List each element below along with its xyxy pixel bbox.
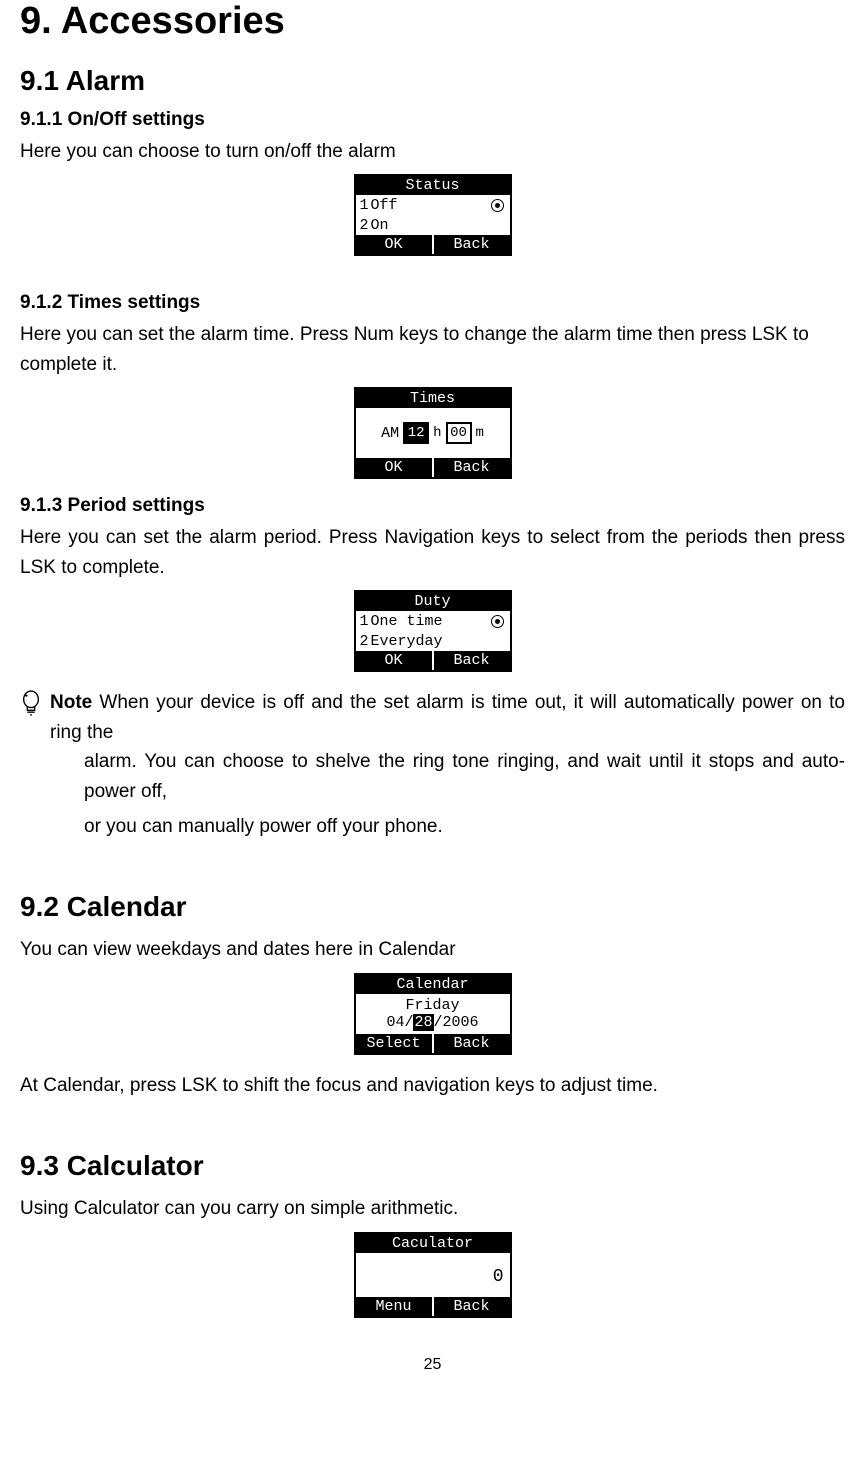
note-text-line2: alarm. You can choose to shelve the ring… [20,747,845,806]
item-number: 1 [360,613,369,630]
text-onoff: Here you can choose to turn on/off the a… [20,137,845,166]
note-rest: When your device is off and the set alar… [50,692,845,742]
radio-selected-icon [491,199,504,212]
list-item: 2 Everyday [356,631,510,651]
item-number: 2 [360,633,369,650]
item-label: Off [371,197,398,214]
screen-title: Status [356,176,510,195]
item-label: One time [371,613,443,630]
screen-title: Times [356,389,510,408]
minute-unit: m [476,425,484,441]
list-item: 2 On [356,215,510,235]
radio-selected-icon [491,615,504,628]
heading-calculator: 9.3 Calculator [20,1150,845,1182]
softkey-right: Back [434,1297,510,1316]
screen-title: Caculator [356,1234,510,1253]
minute-field: 00 [446,422,472,444]
ampm-label: AM [381,425,399,442]
screenshot-calculator: Caculator 0 Menu Back [354,1232,512,1318]
screenshot-duty: Duty 1 One time 2 Everyday OK Back [354,590,512,672]
item-number: 2 [360,217,369,234]
softkey-right: Back [434,458,510,477]
list-item: 1 Off [356,195,510,215]
text-calendar: You can view weekdays and dates here in … [20,935,845,964]
calendar-day: Friday [356,997,510,1014]
heading-calendar: 9.2 Calendar [20,891,845,923]
item-label: Everyday [371,633,443,650]
note-text-line3: or you can manually power off your phone… [20,812,845,841]
calendar-date: 04/28/2006 [356,1014,510,1031]
calculator-display: 0 [356,1253,510,1297]
text-times: Here you can set the alarm time. Press N… [20,320,845,379]
screenshot-status: Status 1 Off 2 On OK Back [354,174,512,256]
hour-unit: h [433,425,441,441]
lightbulb-icon [20,690,46,721]
softkey-right: Back [434,1034,510,1053]
heading-onoff-settings: 9.1.1 On/Off settings [20,109,845,131]
text-calendar-after: At Calendar, press LSK to shift the focu… [20,1071,845,1100]
softkey-left: OK [356,235,432,254]
softkey-left: Select [356,1034,432,1053]
screenshot-calendar: Calendar Friday 04/28/2006 Select Back [354,973,512,1055]
softkey-right: Back [434,235,510,254]
softkey-left: Menu [356,1297,432,1316]
item-label: On [371,217,389,234]
softkey-left: OK [356,651,432,670]
hour-field: 12 [403,422,429,444]
heading-times-settings: 9.1.2 Times settings [20,292,845,314]
heading-alarm: 9.1 Alarm [20,65,845,97]
heading-period-settings: 9.1.3 Period settings [20,495,845,517]
screen-title: Duty [356,592,510,611]
date-highlight: 28 [413,1014,433,1031]
screenshot-times: Times AM 12 h 00 m OK Back [354,387,512,479]
text-calculator: Using Calculator can you carry on simple… [20,1194,845,1223]
text-period: Here you can set the alarm period. Press… [20,523,845,582]
list-item: 1 One time [356,611,510,631]
screen-title: Calendar [356,975,510,994]
softkey-left: OK [356,458,432,477]
item-number: 1 [360,197,369,214]
heading-accessories: 9. Accessories [20,0,845,43]
softkey-right: Back [434,651,510,670]
note-text-line1: Note When your device is off and the set… [50,688,845,747]
note-lead: Note [50,692,92,713]
page-number: 25 [20,1356,845,1374]
